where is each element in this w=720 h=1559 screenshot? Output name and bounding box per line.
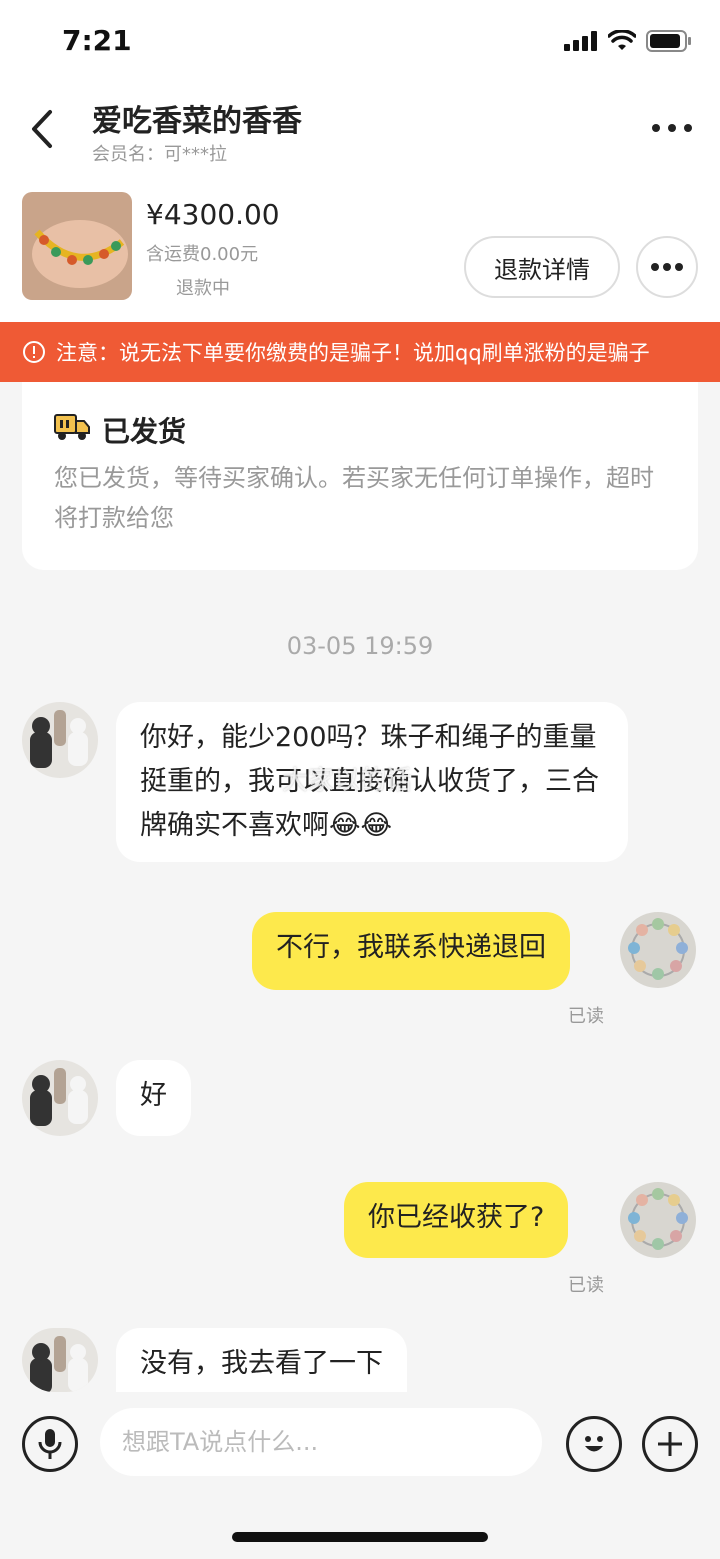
voice-button[interactable] bbox=[22, 1416, 78, 1472]
signal-icon bbox=[564, 31, 597, 51]
member-label: 会员名： bbox=[92, 144, 164, 165]
home-indicator bbox=[232, 1532, 488, 1542]
more-button[interactable] bbox=[650, 108, 694, 148]
shipped-card: 已发货 您已发货，等待买家确认。若买家无任何订单操作，超时将打款给您 bbox=[22, 382, 698, 570]
more-actions-button[interactable] bbox=[642, 1416, 698, 1472]
chat-timestamp: 03-05 19:59 bbox=[286, 632, 434, 660]
order-status: 退款中 bbox=[176, 278, 230, 299]
message-bubble-incoming[interactable]: 没有，我去看了一下 bbox=[116, 1328, 407, 1392]
shipped-title: 已发货 bbox=[102, 415, 187, 448]
seller-avatar[interactable] bbox=[620, 1182, 696, 1258]
back-button[interactable] bbox=[22, 104, 66, 154]
plus-icon bbox=[658, 1432, 682, 1456]
truck-icon bbox=[54, 412, 90, 446]
seller-avatar[interactable] bbox=[620, 912, 696, 988]
product-image[interactable] bbox=[22, 192, 132, 300]
warning-icon bbox=[22, 340, 46, 364]
read-status: 已读 bbox=[568, 1275, 604, 1296]
message-input[interactable] bbox=[100, 1408, 542, 1476]
shipping-fee: 含运费0.00元 bbox=[146, 244, 259, 265]
status-time: 7:21 bbox=[62, 24, 132, 57]
shipped-description: 您已发货，等待买家确认。若买家无任何订单操作，超时将打款给您 bbox=[54, 464, 654, 532]
buyer-avatar[interactable] bbox=[22, 1060, 98, 1136]
chat-header: 爱吃香菜的香香 会员名：可***拉 bbox=[0, 86, 720, 176]
status-icons bbox=[564, 30, 692, 52]
voice-icon bbox=[38, 1429, 62, 1459]
status-bar: 7:21 bbox=[0, 0, 720, 86]
message-bubble-outgoing[interactable]: 不行，我联系快递退回 bbox=[252, 912, 570, 990]
product-price: ¥4300.00 bbox=[146, 198, 280, 231]
emoji-icon bbox=[585, 1436, 603, 1452]
refund-details-button[interactable]: 退款详情 bbox=[464, 236, 620, 298]
member-name: 可***拉 bbox=[164, 144, 227, 165]
member-line: 会员名：可***拉 bbox=[92, 140, 227, 166]
warning-text: 注意：说无法下单要你缴费的是骗子！说加qq刷单涨粉的是骗子 bbox=[56, 341, 650, 365]
wifi-icon bbox=[608, 30, 636, 50]
read-status: 已读 bbox=[568, 1006, 604, 1027]
battery-icon bbox=[646, 30, 691, 52]
product-more-button[interactable] bbox=[636, 236, 698, 298]
shop-name: 爱吃香菜的香香 bbox=[92, 104, 302, 139]
message-bubble-incoming[interactable]: 你好，能少200吗？珠子和绳子的重量挺重的，我可以直接确认收货了，三合牌确实不喜… bbox=[116, 702, 628, 862]
more-icon bbox=[652, 124, 692, 132]
message-bubble-incoming[interactable]: 好 bbox=[116, 1060, 191, 1136]
emoji-button[interactable] bbox=[566, 1416, 622, 1472]
buyer-avatar[interactable] bbox=[22, 702, 98, 778]
buyer-avatar[interactable] bbox=[22, 1328, 98, 1392]
more-icon bbox=[651, 263, 683, 271]
back-arrow-icon bbox=[32, 110, 52, 148]
product-bar: ¥4300.00 含运费0.00元 退款中 退款详情 bbox=[0, 176, 720, 322]
scam-warning-bar: 注意：说无法下单要你缴费的是骗子！说加qq刷单涨粉的是骗子 bbox=[0, 322, 720, 382]
message-bubble-outgoing[interactable]: 你已经收获了? bbox=[344, 1182, 569, 1258]
